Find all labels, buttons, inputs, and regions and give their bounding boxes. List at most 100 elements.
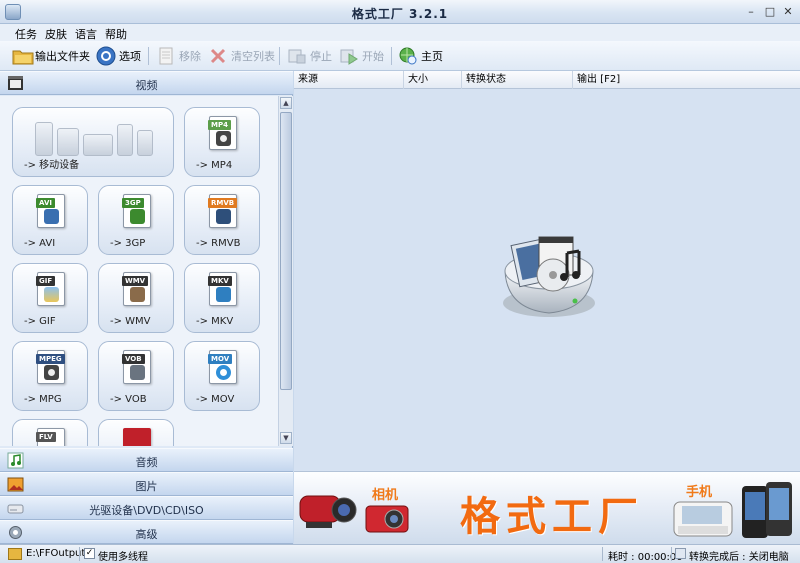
format-label: -> AVI xyxy=(24,238,56,249)
task-list-header: 来源 大小 转换状态 输出 [F2] xyxy=(294,71,800,89)
home-globe-icon xyxy=(398,46,418,66)
promo-banner[interactable]: 相机 格式工厂 手机 xyxy=(294,471,800,544)
format-wmv[interactable]: WMV -> WMV xyxy=(98,263,174,333)
format-label: -> 移动设备 xyxy=(24,160,80,171)
remove-icon xyxy=(156,46,176,66)
minimize-button[interactable]: – xyxy=(744,5,758,19)
flash-file-icon xyxy=(123,428,151,446)
output-folder-button[interactable]: 输出文件夹 xyxy=(12,45,90,67)
toolbar-divider xyxy=(148,47,149,65)
mkv-file-icon: MKV xyxy=(208,272,237,306)
column-size[interactable]: 大小 xyxy=(404,71,462,89)
format-vob[interactable]: VOB -> VOB xyxy=(98,341,174,411)
format-swf[interactable] xyxy=(98,419,174,446)
rmvb-file-icon: RMVB xyxy=(208,194,238,228)
start-label: 开始 xyxy=(362,50,384,63)
format-grid: -> 移动设备 MP4 -> MP4 AVI -> AVI 3GP -> 3GP… xyxy=(0,96,278,446)
format-label: -> GIF xyxy=(24,316,56,327)
flv-file-icon: FLV xyxy=(36,428,65,446)
gif-file-icon: GIF xyxy=(36,272,65,306)
format-mov[interactable]: MOV -> MOV xyxy=(184,341,260,411)
format-3gp[interactable]: 3GP -> 3GP xyxy=(98,185,174,255)
format-label: -> 3GP xyxy=(110,238,146,249)
menu-language[interactable]: 语言 xyxy=(75,26,97,42)
format-flv[interactable]: FLV xyxy=(12,419,88,446)
format-gif[interactable]: GIF -> GIF xyxy=(12,263,88,333)
toolbar: 输出文件夹 选项 移除 清空列表 停止 开始 主页 xyxy=(0,41,800,71)
after-convert-action[interactable]: 转换完成后 : 关闭电脑 xyxy=(689,548,789,563)
wmv-file-icon: WMV xyxy=(122,272,151,306)
multithread-checkbox[interactable]: ✓ xyxy=(84,548,95,559)
camera-icon xyxy=(364,502,412,539)
home-label: 主页 xyxy=(421,50,443,63)
category-rom[interactable]: 光驱设备\DVD\CD\ISO xyxy=(0,496,293,520)
smartphone-icon xyxy=(672,496,734,543)
maximize-button[interactable]: □ xyxy=(763,5,777,19)
column-source[interactable]: 来源 xyxy=(294,71,404,89)
multithread-label: 使用多线程 xyxy=(98,552,148,563)
menu-skin[interactable]: 皮肤 xyxy=(45,26,67,42)
format-mp4[interactable]: MP4 -> MP4 xyxy=(184,107,260,177)
scroll-thumb[interactable] xyxy=(280,112,292,390)
toolbar-divider xyxy=(391,47,392,65)
camcorder-icon xyxy=(298,486,358,537)
format-label: -> MP4 xyxy=(196,160,233,171)
status-divider xyxy=(79,547,80,561)
output-folder-status-icon[interactable] xyxy=(8,548,22,560)
close-button[interactable]: ✕ xyxy=(781,5,795,19)
category-picture[interactable]: 图片 xyxy=(0,472,293,496)
category-sidebar: 视频 -> 移动设备 MP4 -> MP4 AVI -> AVI 3GP -> … xyxy=(0,71,293,544)
mobile-phone-icon xyxy=(740,480,796,544)
clear-list-button[interactable]: 清空列表 xyxy=(208,45,275,67)
format-avi[interactable]: AVI -> AVI xyxy=(12,185,88,255)
format-scrollbar[interactable]: ▲ ▼ xyxy=(278,96,293,446)
category-video-label: 视频 xyxy=(135,79,158,92)
task-list-panel[interactable]: 来源 大小 转换状态 输出 [F2] xyxy=(294,71,800,471)
status-divider xyxy=(671,547,672,561)
options-icon xyxy=(96,46,116,66)
format-rmvb[interactable]: RMVB -> RMVB xyxy=(184,185,260,255)
start-icon xyxy=(339,46,359,66)
remove-button[interactable]: 移除 xyxy=(156,45,201,67)
category-picture-label: 图片 xyxy=(135,480,158,493)
options-button[interactable]: 选项 xyxy=(96,45,141,67)
format-mkv[interactable]: MKV -> MKV xyxy=(184,263,260,333)
mobile-devices-icon xyxy=(33,116,155,156)
column-status[interactable]: 转换状态 xyxy=(462,71,573,89)
3gp-file-icon: 3GP xyxy=(122,194,151,228)
scroll-up-icon[interactable]: ▲ xyxy=(280,97,292,109)
menu-task[interactable]: 任务 xyxy=(15,26,37,42)
format-label: -> VOB xyxy=(110,394,147,405)
vob-file-icon: VOB xyxy=(122,350,151,384)
format-label: -> MKV xyxy=(196,316,234,327)
stop-label: 停止 xyxy=(310,50,332,63)
format-label: -> WMV xyxy=(110,316,151,327)
mpeg-file-icon: MPEG xyxy=(36,350,65,384)
format-factory-logo-icon xyxy=(497,231,597,323)
title-bar: 格式工厂 3.2.1 – □ ✕ xyxy=(0,0,800,24)
format-label: -> MOV xyxy=(196,394,235,405)
menu-bar: 任务 皮肤 语言 帮助 xyxy=(0,24,800,41)
menu-help[interactable]: 帮助 xyxy=(105,26,127,42)
folder-icon xyxy=(12,46,34,66)
output-path: E:\FFOutput xyxy=(26,548,86,559)
column-output[interactable]: 输出 [F2] xyxy=(573,71,800,89)
format-mpg[interactable]: MPEG -> MPG xyxy=(12,341,88,411)
start-button[interactable]: 开始 xyxy=(339,45,384,67)
clear-icon xyxy=(208,46,228,66)
category-audio[interactable]: 音频 xyxy=(0,448,293,472)
home-button[interactable]: 主页 xyxy=(398,45,443,67)
avi-file-icon: AVI xyxy=(36,194,65,228)
category-advanced[interactable]: 高级 xyxy=(0,520,293,544)
after-convert-icon[interactable] xyxy=(675,548,686,559)
stop-button[interactable]: 停止 xyxy=(287,45,332,67)
category-video[interactable]: 视频 xyxy=(0,71,293,95)
scroll-down-icon[interactable]: ▼ xyxy=(280,432,292,444)
format-mobile-device[interactable]: -> 移动设备 xyxy=(12,107,174,177)
brand-text: 格式工厂 xyxy=(460,493,644,540)
status-divider xyxy=(602,547,603,561)
remove-label: 移除 xyxy=(179,50,201,63)
format-label: -> RMVB xyxy=(196,238,241,249)
category-audio-label: 音频 xyxy=(135,456,158,469)
mp4-file-icon: MP4 xyxy=(208,116,237,150)
